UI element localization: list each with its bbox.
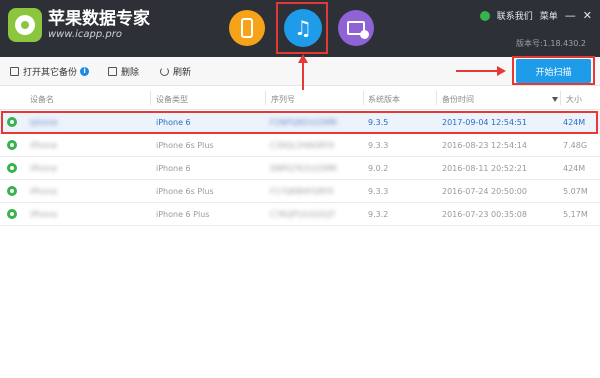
serial-number: C39QL2H6GRY9 [270, 141, 334, 150]
os-version: 9.0.2 [368, 164, 389, 173]
device-type: iPhone 6s Plus [156, 187, 214, 196]
device-name: iPhone [30, 164, 58, 173]
backup-size: 7.48G [563, 141, 588, 150]
menu-button[interactable]: 菜单 [540, 9, 558, 22]
refresh-label: 刷新 [173, 68, 192, 78]
history-icon [347, 21, 369, 39]
device-icon [7, 140, 17, 150]
sort-desc-icon[interactable] [552, 97, 558, 102]
phone-module-button[interactable] [229, 10, 265, 46]
backup-size: 424M [563, 164, 586, 173]
shield-icon [479, 10, 490, 21]
highlight-box-scan [512, 56, 595, 85]
app-site: www.icapp.pro [48, 29, 122, 40]
logo-icon [8, 8, 42, 42]
history-module-button[interactable] [338, 10, 374, 46]
table-row[interactable]: iPhone iPhone 6s Plus F17QK8HFGRY9 9.3.3… [0, 180, 600, 203]
serial-number: DNPQ7K2LG5MR [270, 164, 337, 173]
highlight-box-row [1, 111, 598, 134]
backup-size: 5.07M [563, 187, 588, 196]
trash-icon [108, 67, 117, 76]
column-header-os-version[interactable]: 系统版本 [368, 94, 400, 105]
contact-us-link[interactable]: 联系我们 [497, 9, 533, 22]
arrow-up-annotation [298, 54, 308, 90]
table-row[interactable]: iPhone iPhone 6 DNPQ7K2LG5MR 9.0.2 2016-… [0, 157, 600, 180]
refresh-icon [160, 67, 169, 76]
open-backup-label: 打开其它备份 [23, 68, 78, 78]
table-row[interactable]: iPhone iPhone 6s Plus C39QL2H6GRY9 9.3.3… [0, 134, 600, 157]
device-name: iPhone [30, 210, 58, 219]
column-header-serial[interactable]: 序列号 [271, 94, 295, 105]
backup-time: 2016-07-23 00:35:08 [442, 210, 527, 219]
os-version: 9.3.3 [368, 187, 389, 196]
device-type: iPhone 6 [156, 164, 191, 173]
highlight-box-music [276, 2, 328, 54]
serial-number: C7KQP1X2G5QT [270, 210, 336, 219]
version-label: 版本号:1.18.430.2 [516, 39, 586, 48]
os-version: 9.3.2 [368, 210, 389, 219]
device-name: iPhone [30, 141, 58, 150]
os-version: 9.3.3 [368, 141, 389, 150]
backup-time: 2016-08-11 20:52:21 [442, 164, 527, 173]
refresh-button[interactable]: 刷新 [160, 65, 191, 78]
device-type: iPhone 6 Plus [156, 210, 210, 219]
device-icon [7, 163, 17, 173]
minimize-button[interactable]: — [565, 10, 576, 21]
serial-number: F17QK8HFGRY9 [270, 187, 334, 196]
backup-time: 2016-08-23 12:54:14 [442, 141, 527, 150]
column-header-backup-time[interactable]: 备份时间 [442, 94, 474, 105]
folder-edit-icon [10, 67, 19, 76]
column-header-size[interactable]: 大小 [566, 94, 582, 105]
app-title: 苹果数据专家 [48, 9, 150, 29]
app-logo: 苹果数据专家 www.icapp.pro [8, 8, 150, 42]
device-icon [7, 209, 17, 219]
table-row[interactable]: iPhone iPhone 6 Plus C7KQP1X2G5QT 9.3.2 … [0, 203, 600, 226]
arrow-right-annotation [456, 66, 506, 76]
open-backup-button[interactable]: 打开其它备份 i [10, 65, 90, 78]
window-controls: 联系我们 菜单 — ✕ [473, 9, 592, 22]
column-header-device-type[interactable]: 设备类型 [156, 94, 188, 105]
backup-time: 2016-07-24 20:50:00 [442, 187, 527, 196]
column-header-device-name[interactable]: 设备名 [30, 94, 54, 105]
delete-button[interactable]: 删除 [108, 65, 139, 78]
device-name: iPhone [30, 187, 58, 196]
close-button[interactable]: ✕ [583, 10, 592, 21]
phone-icon [241, 18, 253, 38]
device-icon [7, 186, 17, 196]
device-type: iPhone 6s Plus [156, 141, 214, 150]
delete-label: 删除 [121, 68, 140, 78]
info-icon[interactable]: i [80, 67, 90, 76]
backup-size: 5.17M [563, 210, 588, 219]
